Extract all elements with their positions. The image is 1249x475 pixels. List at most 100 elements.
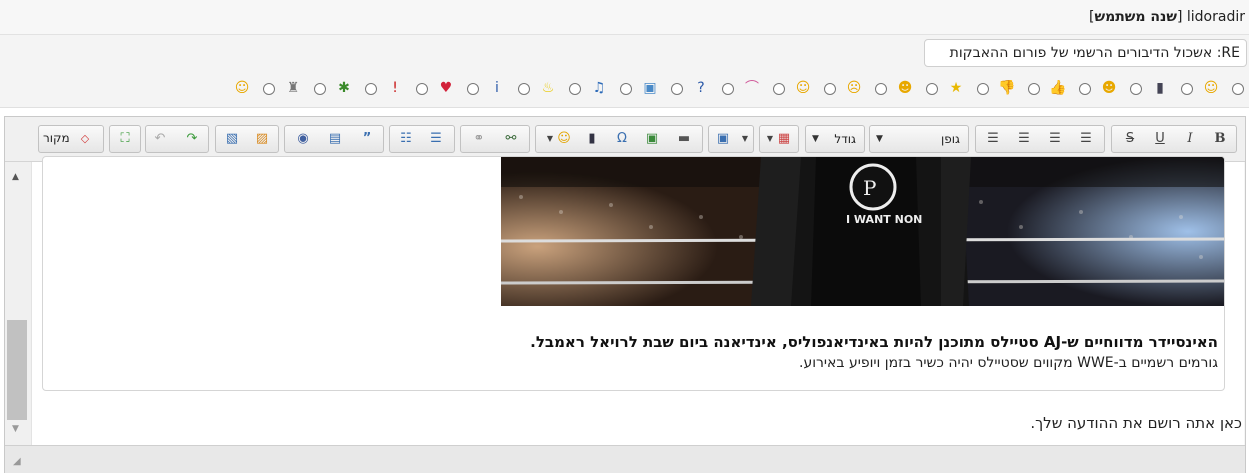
chevron-down-icon: ▼ [812,134,819,144]
smiley-radio[interactable] [620,83,632,95]
doc-group: ▧ ▨ [215,125,279,153]
code-icon[interactable]: ▤ [325,129,345,149]
image-icon[interactable]: ▣ [642,129,662,149]
question-icon[interactable]: ? [692,79,710,97]
align-right-icon[interactable]: ☰ [1076,129,1096,149]
castle-icon[interactable]: ♜ [284,79,302,97]
maximize-group: ⛶ [109,125,141,153]
code-group: ◉ ▤ ” [284,125,384,153]
film-icon[interactable]: ▮ [582,129,602,149]
scroll-thumb[interactable] [7,320,27,420]
insert-group: ▼ ☺ ▮ Ω ▣ ▬ [535,125,703,153]
smiley-radio[interactable] [773,83,785,95]
smiley-radio[interactable] [926,83,938,95]
thumbs-down-icon[interactable]: 👎 [998,79,1016,97]
resize-grip-icon[interactable]: ◢ [13,456,21,467]
username[interactable]: lidoradir [1187,9,1245,25]
omega-icon[interactable]: Ω [612,129,632,149]
star-icon[interactable]: ★ [947,79,965,97]
heart-icon[interactable]: ♥ [437,79,455,97]
scroll-down-arrow[interactable]: ▼ [12,424,19,434]
smiley-radio[interactable] [416,83,428,95]
smiley-radio[interactable] [722,83,734,95]
list-group: ☷ ☰ [389,125,455,153]
smiley-radio[interactable] [263,83,275,95]
unlink-icon[interactable]: ⚭ [469,129,489,149]
quote-block: P I WANT NON האינסיידר מדווחיים ש-AJ סטי… [42,156,1225,391]
smiley-icon[interactable]: ☺ [554,129,574,149]
chevron-down-icon[interactable]: ▼ [760,129,780,149]
smiley-radio[interactable] [1232,83,1244,95]
word-icon[interactable]: ▧ [222,129,242,149]
strike-button[interactable]: S [1120,129,1140,149]
article-subline: גורמים רשמיים ב-WWE מקווים שסטיילס יהיה … [799,355,1218,371]
php-icon[interactable]: ◉ [293,129,313,149]
username-label: lidoradir [שנה משתמש] [1088,9,1245,25]
bullet-list-icon[interactable]: ☷ [396,129,416,149]
smiley-radio[interactable] [365,83,377,95]
italic-button[interactable]: I [1180,129,1200,149]
tongue-icon[interactable]: ☻ [1100,79,1118,97]
text-style-group: B I U S [1111,125,1237,153]
bold-button[interactable]: B [1210,129,1230,149]
exclamation-icon[interactable]: ! [386,79,404,97]
numbered-list-icon[interactable]: ☰ [426,129,446,149]
smiley-radio[interactable] [824,83,836,95]
link-icon[interactable]: ⚯ [501,129,521,149]
music-note-icon[interactable]: ♫ [590,79,608,97]
smiley-radio[interactable] [875,83,887,95]
shirt-text: I WANT NON [846,213,922,226]
horizontal-rule-icon[interactable]: ▬ [674,129,694,149]
info-icon[interactable]: i [488,79,506,97]
wysiwyg-editor: B I U S ☰ ☰ ☰ ☰ גופן ▼ גודל ▼ ▦ ▼ ▣ ▼ ▼ [4,116,1246,473]
image-icon[interactable]: ▣ [641,79,659,97]
grin-icon[interactable]: ☻ [896,79,914,97]
smiley-radio[interactable] [1028,83,1040,95]
editor-statusbar: ◢ [5,445,1245,473]
bug-icon[interactable]: ✱ [335,79,353,97]
quote-icon[interactable]: ” [357,129,377,149]
paste-icon[interactable]: ▨ [252,129,272,149]
smiley-radio[interactable] [1079,83,1091,95]
underline-button[interactable]: U [1150,129,1170,149]
youtube-icon[interactable]: ▣ [713,129,733,149]
smiley-radio[interactable] [467,83,479,95]
smile-icon[interactable]: ☺ [1202,79,1220,97]
laugh-icon[interactable]: ☺ [233,79,251,97]
undo-icon[interactable]: ↶ [150,129,170,149]
smiley-radio[interactable] [977,83,989,95]
smiley-radio[interactable] [1181,83,1193,95]
maximize-icon[interactable]: ⛶ [115,129,135,149]
source-button[interactable]: ◇ מקור [38,125,104,153]
thumbs-up-icon[interactable]: 👍 [1049,79,1067,97]
rainbow-icon[interactable]: ⌒ [743,79,761,97]
chevron-down-icon[interactable]: ▼ [735,129,755,149]
neutral-icon[interactable]: ☺ [794,79,812,97]
smiley-radio[interactable] [671,83,683,95]
vertical-scrollbar[interactable]: ▲ ▼ [5,162,32,445]
smiley-radio[interactable] [314,83,326,95]
lightbulb-icon[interactable]: ♨ [539,79,557,97]
size-select[interactable]: גודל ▼ [805,125,865,153]
font-select[interactable]: גופן ▼ [869,125,969,153]
user-rank: שנה משתמש [1094,9,1177,25]
confused-icon[interactable]: ☹ [845,79,863,97]
scroll-up-arrow[interactable]: ▲ [12,172,19,182]
film-icon[interactable]: ▮ [1151,79,1169,97]
smiley-radio[interactable] [518,83,530,95]
link-group: ⚭ ⚯ [460,125,530,153]
align-justify-icon[interactable]: ☰ [983,129,1003,149]
chevron-down-icon: ▼ [876,134,883,144]
smiley-radio[interactable] [569,83,581,95]
align-center-icon[interactable]: ☰ [1045,129,1065,149]
wrestler-photo: P I WANT NON [501,157,1224,306]
redo-icon[interactable]: ↷ [182,129,202,149]
message-placeholder: כאן אתה רושם את ההודעה שלך. [1030,414,1242,432]
shirt-logo: P [863,176,876,200]
subject-input[interactable]: RE: אשכול הדיבורים הרשמי של פורום ההאבקו… [924,39,1247,67]
smiley-radio[interactable] [1130,83,1142,95]
photo-svg: P I WANT NON [501,157,1224,306]
editor-content[interactable]: P I WANT NON האינסיידר מדווחיים ש-AJ סטי… [32,156,1244,445]
align-left-icon[interactable]: ☰ [1014,129,1034,149]
media-group: ▣ ▼ [708,125,754,153]
